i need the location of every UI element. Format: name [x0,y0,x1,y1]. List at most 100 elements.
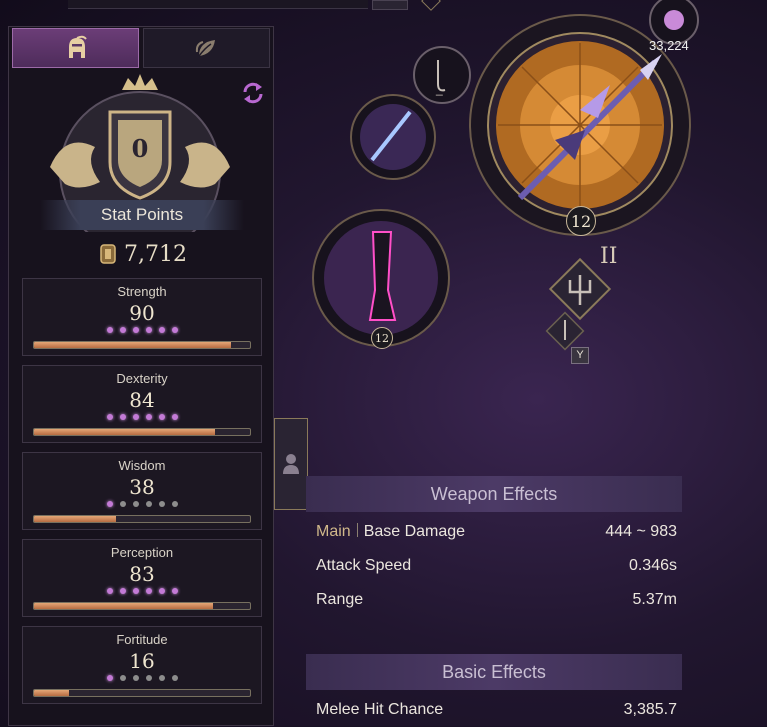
hook-slot[interactable] [414,47,470,103]
stat-points-value: 0 [131,134,149,163]
search-bar-top[interactable] [68,0,368,9]
person-icon [283,454,299,474]
stat-dot [171,414,178,420]
stat-dot [171,588,178,594]
effect-value: 0.346s [628,557,677,574]
gold-value: 7,712 [124,241,187,267]
stat-dot [132,414,139,420]
stat-bar [33,341,251,349]
stat-dots [23,414,261,420]
effect-value: 444 ~ 983 [605,523,677,540]
stat-name: Perception [110,545,174,560]
stat-dots [23,501,261,507]
tab-skills[interactable] [143,28,270,68]
armor-slot[interactable] [313,210,449,346]
roman-numeral: II [600,244,618,269]
stat-value: 84 [129,388,155,412]
stat-dot [171,501,178,507]
stat-bar [33,515,251,523]
stat-dots [23,675,261,681]
stat-bar-fill [34,342,231,348]
stat-dot [119,675,126,681]
stat-dot [119,588,126,594]
helmet-icon [68,35,87,58]
stat-dot [145,501,152,507]
basic-effects-panel: Basic Effects Melee Hit Chance 3,385.7 [306,654,682,727]
effect-value: 5.37m [632,591,677,608]
reset-stats-icon[interactable] [240,80,266,106]
stat-card-dexterity[interactable]: Dexterity 84 [22,365,262,443]
stat-name: Fortitude [116,632,168,647]
stat-card-strength[interactable]: Strength 90 [22,278,262,356]
effect-row: Main Base Damage 444 ~ 983 [306,515,682,549]
orb-slot[interactable] [650,0,698,40]
stat-dot [119,414,126,420]
weapon-effects-panel: Weapon Effects Main Base Damage 444 ~ 983… [306,476,682,617]
stat-card-fortitude[interactable]: Fortitude 16 [22,626,262,704]
stat-dot [171,327,178,333]
weapon-effects-title: Weapon Effects [306,476,682,512]
stat-dot [158,588,165,594]
stat-dot [158,501,165,507]
effect-row: Attack Speed 0.346s [306,549,682,583]
stat-dot [171,675,178,681]
stat-dot [132,588,139,594]
stat-dot [158,675,165,681]
effect-row: Range 5.37m [306,583,682,617]
stat-dots [23,588,261,594]
effect-label: Melee Hit Chance [316,701,444,718]
stat-name: Wisdom [118,458,166,473]
effect-value: 3,385.7 [623,701,677,718]
stat-bar-fill [34,516,117,522]
tab-character[interactable] [12,28,139,68]
stat-name: Strength [117,284,167,299]
stat-value: 16 [129,649,155,673]
stat-card-wisdom[interactable]: Wisdom 38 [22,452,262,530]
stat-card-perception[interactable]: Perception 83 [22,539,262,617]
stat-dot [132,501,139,507]
offhand-weapon-slot[interactable] [351,95,435,179]
stat-dot [106,675,113,681]
stat-dot [145,414,152,420]
effect-row: Melee Hit Chance 3,385.7 [306,693,682,727]
stat-dot [158,414,165,420]
divider [356,523,358,537]
gold-display: 7,712 [98,240,187,268]
effect-label: Attack Speed [316,557,412,574]
stat-value: 90 [129,301,155,325]
stat-dot [106,327,113,333]
stat-bar [33,602,251,610]
hotkey-y: Y [571,347,589,364]
stat-dot [145,675,152,681]
leaf-icon [195,40,215,57]
stat-bar-fill [34,603,214,609]
effect-label: Range [316,591,364,608]
stat-value: 38 [129,475,155,499]
stat-dot [119,327,126,333]
stat-bar-fill [34,429,216,435]
stat-dot [132,327,139,333]
stat-dot [158,327,165,333]
stat-dot [106,501,113,507]
trident-icon [568,275,592,305]
stat-bar [33,689,251,697]
stat-dot [145,588,152,594]
stat-value: 83 [129,562,155,586]
stat-bar [33,428,251,436]
main-tag: Main [316,523,351,540]
side-panel-toggle[interactable] [274,418,308,510]
stat-dot [145,327,152,333]
main-weapon-slot[interactable] [470,15,690,235]
gold-icon [100,244,116,264]
stat-points-label: Stat Points [40,200,244,230]
stat-name: Dexterity [116,371,168,386]
dagger-slot [545,311,585,351]
basic-effects-title: Basic Effects [306,654,682,690]
stat-bar-fill [34,690,69,696]
stat-dot [119,501,126,507]
stat-dot [106,414,113,420]
top-gem-icon [421,0,441,11]
stat-dot [132,675,139,681]
effect-label: Base Damage [363,523,466,540]
top-button[interactable] [372,0,408,10]
